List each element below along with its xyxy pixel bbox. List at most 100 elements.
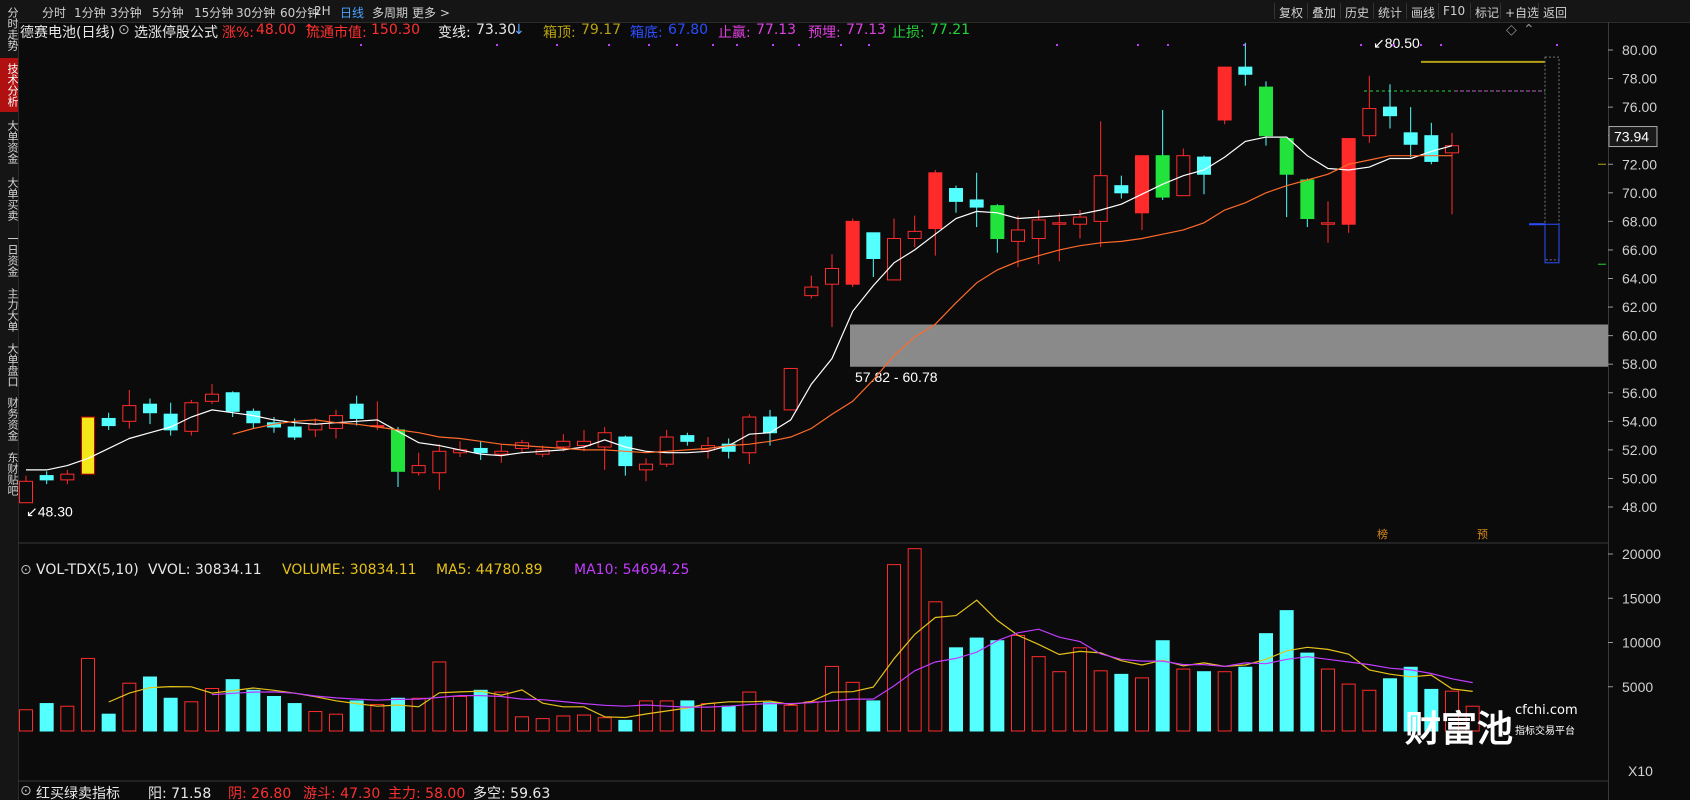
candle-body (81, 416, 95, 475)
candle-body (1321, 222, 1335, 225)
candle-body (887, 238, 901, 281)
volume-bar (887, 564, 901, 732)
low-price-label: ↙48.30 (26, 504, 73, 520)
volume-bar (1176, 668, 1191, 732)
volume-bar (1259, 633, 1273, 732)
candle-body (349, 403, 364, 419)
signal-dot (736, 44, 738, 46)
price-ma5-line (26, 136, 1453, 471)
signal-dot (1137, 44, 1139, 46)
volume-bar (225, 679, 240, 732)
volume-bar (143, 676, 157, 732)
price-tick-label: 68.00 (1622, 213, 1657, 229)
candle-body (205, 393, 219, 402)
forecast-mark: 预 (1477, 528, 1488, 541)
candle-body (1135, 155, 1149, 214)
volume-bar (1197, 671, 1211, 732)
candle-body (556, 440, 571, 448)
candle-body (1052, 222, 1067, 225)
candle-body (783, 367, 798, 411)
price-tick-label: 64.00 (1622, 271, 1657, 287)
price-ma10-line (232, 155, 1452, 454)
candle-body (825, 268, 839, 285)
watermark-brand: 财富池 (1405, 708, 1514, 750)
signal-dot (676, 44, 678, 46)
volume-tick-label: 15000 (1622, 590, 1661, 606)
forecast-box-low (1544, 223, 1560, 264)
volume-bar (81, 657, 95, 732)
volume-bar (1238, 666, 1253, 732)
price-tick-label: 62.00 (1622, 299, 1657, 315)
volume-bar (763, 702, 777, 732)
signal-dot (1420, 44, 1422, 46)
signal-dot (1360, 44, 1362, 46)
volume-bar (1383, 678, 1397, 732)
volume-bar (1321, 668, 1335, 732)
volume-bar (1031, 656, 1046, 732)
volume-unit-label: X10 (1628, 763, 1653, 779)
candle-body (969, 199, 984, 208)
forecast-box (1544, 56, 1560, 261)
price-tick-label: 80.00 (1622, 42, 1657, 58)
volume-bar (556, 715, 571, 732)
volume-bar (742, 691, 757, 732)
signal-dot (360, 44, 362, 46)
volume-bar (329, 713, 343, 732)
signal-dot (840, 44, 842, 46)
volume-bar (618, 719, 633, 732)
volume-bar (163, 697, 178, 732)
volume-bar (825, 665, 839, 732)
volume-bar (308, 711, 323, 732)
candle-body (308, 423, 323, 431)
candle-body (1259, 86, 1273, 137)
volume-bar (1114, 673, 1129, 732)
candle-body (949, 188, 963, 202)
signal-dot (772, 44, 774, 46)
price-tick-label: 50.00 (1622, 470, 1657, 486)
volume-bar (949, 647, 963, 732)
volume-bar (1073, 647, 1087, 732)
gap-label: 57.82 - 60.78 (855, 369, 938, 385)
price-tick-label: 76.00 (1622, 99, 1657, 115)
candle-body (122, 405, 137, 422)
volume-bar (287, 703, 302, 732)
candle-body (1279, 138, 1294, 175)
volume-bar (721, 705, 736, 732)
candle-body (845, 220, 860, 285)
candle-body (1383, 106, 1397, 117)
price-tick-label: 48.00 (1622, 499, 1657, 515)
volume-bar (1011, 634, 1025, 732)
candle-body (1114, 185, 1129, 194)
watermark-site: cfchi.com (1515, 703, 1578, 718)
signal-dot (712, 44, 714, 46)
volume-bar (783, 704, 798, 732)
candle-body (1011, 229, 1025, 242)
volume-bar (267, 695, 281, 732)
signal-dot (608, 44, 610, 46)
price-tick-label: 56.00 (1622, 385, 1657, 401)
volume-bar (866, 700, 881, 732)
signal-dot (798, 44, 800, 46)
volume-bar (1341, 683, 1356, 732)
volume-tick-label: 20000 (1622, 546, 1661, 562)
signal-dot (868, 44, 870, 46)
gap-zone (850, 324, 1608, 367)
candle-body (639, 463, 653, 471)
candle-body (804, 286, 819, 297)
volume-bar (494, 691, 509, 732)
volume-bar (845, 681, 860, 732)
volume-tick-label: 10000 (1622, 635, 1661, 651)
volume-bar (535, 718, 550, 732)
volume-bar (990, 640, 1005, 732)
signal-dot (1056, 44, 1058, 46)
candle-body (928, 172, 943, 230)
candle-body (742, 416, 757, 454)
candle-body (1238, 66, 1253, 75)
candle-body (19, 480, 33, 504)
price-tick-label: 78.00 (1622, 71, 1657, 87)
candle-body (866, 232, 881, 260)
chart-canvas[interactable]: 80.0078.0076.0074.0072.0070.0068.0066.00… (0, 0, 1690, 800)
volume-bar (1217, 671, 1232, 732)
candle-body (1217, 66, 1232, 121)
volume-bar (1155, 640, 1170, 732)
